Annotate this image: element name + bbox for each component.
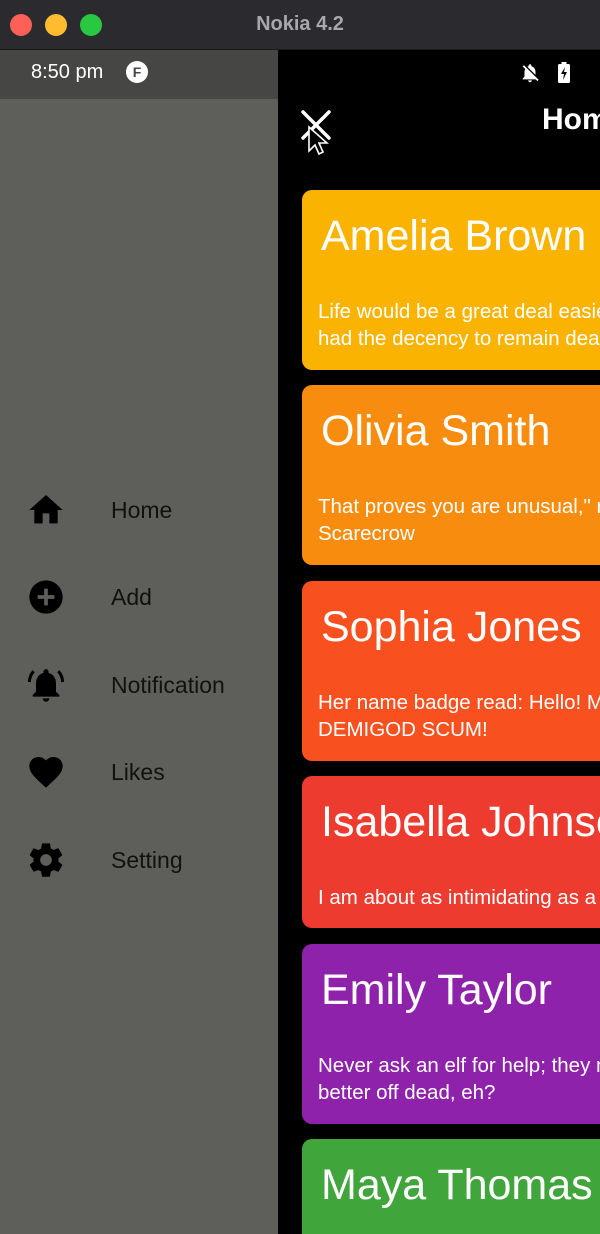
card-name: Sophia Jones bbox=[321, 603, 582, 651]
card-name: Olivia Smith bbox=[321, 407, 551, 455]
card-quote-line: DEMIGOD SCUM! bbox=[318, 718, 488, 741]
battery-charging-icon bbox=[558, 62, 570, 83]
gear-icon bbox=[29, 843, 63, 877]
card-emily-taylor[interactable]: Emily Taylor Never ask an elf for help; … bbox=[302, 944, 600, 1124]
bell-off-icon bbox=[522, 64, 539, 83]
card-quote-line: Scarecrow bbox=[318, 522, 415, 545]
app-notification-badge: F bbox=[126, 61, 148, 83]
page-title: Home bbox=[542, 103, 600, 136]
drawer-item-notification[interactable]: Notification bbox=[0, 655, 278, 715]
card-quote-line: Never ask an elf for help; they might de… bbox=[318, 1054, 600, 1077]
card-quote-line: better off dead, eh? bbox=[318, 1081, 496, 1104]
card-sophia-jones[interactable]: Sophia Jones Her name badge read: Hello!… bbox=[302, 581, 600, 761]
card-amelia-brown[interactable]: Amelia Brown Life would be a great deal … bbox=[302, 190, 600, 370]
drawer-item-add[interactable]: Add bbox=[0, 567, 278, 627]
heart-icon bbox=[29, 757, 63, 788]
drawer-item-label: Notification bbox=[111, 672, 225, 698]
card-name: Isabella Johnson bbox=[321, 798, 600, 846]
bell-ringing-icon bbox=[27, 669, 65, 702]
card-quote-line: Her name badge read: Hello! My name is bbox=[318, 691, 600, 714]
card-isabella-johnson[interactable]: Isabella Johnson I am about as intimidat… bbox=[302, 776, 600, 928]
card-maya-thomas[interactable]: Maya Thomas bbox=[302, 1139, 600, 1234]
card-name: Emily Taylor bbox=[321, 966, 552, 1014]
window-titlebar: Nokia 4.2 bbox=[0, 0, 600, 50]
card-quote-line: I am about as intimidating as a butterfl… bbox=[318, 886, 600, 909]
drawer-item-label: Likes bbox=[111, 759, 165, 785]
card-quote-line: had the decency to remain dead bbox=[318, 327, 600, 350]
add-circle-icon bbox=[29, 580, 63, 614]
window-title: Nokia 4.2 bbox=[256, 13, 344, 35]
card-name: Maya Thomas bbox=[321, 1161, 593, 1209]
status-icons bbox=[278, 50, 600, 99]
card-quote-line: Life would be a great deal easier if dea… bbox=[318, 300, 600, 323]
drawer-item-likes[interactable]: Likes bbox=[0, 742, 278, 802]
status-bar: 8:50 pm F bbox=[0, 50, 278, 99]
status-time: 8:50 pm bbox=[31, 61, 104, 83]
card-name: Amelia Brown bbox=[321, 212, 587, 260]
card-olivia-smith[interactable]: Olivia Smith That proves you are unusual… bbox=[302, 385, 600, 565]
navigation-drawer: 8:50 pm F Home Add Notification Likes Se… bbox=[0, 50, 278, 1234]
drawer-item-label: Home bbox=[111, 497, 173, 523]
drawer-item-label: Setting bbox=[111, 847, 183, 873]
main-content: Home Amelia Brown Life would be a great … bbox=[278, 50, 600, 1234]
mouse-cursor-icon bbox=[308, 125, 329, 156]
drawer-item-label: Add bbox=[111, 584, 152, 610]
drawer-item-setting[interactable]: Setting bbox=[0, 830, 278, 890]
drawer-item-home[interactable]: Home bbox=[0, 480, 278, 540]
card-quote-line: That proves you are unusual," returned t… bbox=[318, 495, 600, 518]
home-icon bbox=[29, 495, 63, 524]
